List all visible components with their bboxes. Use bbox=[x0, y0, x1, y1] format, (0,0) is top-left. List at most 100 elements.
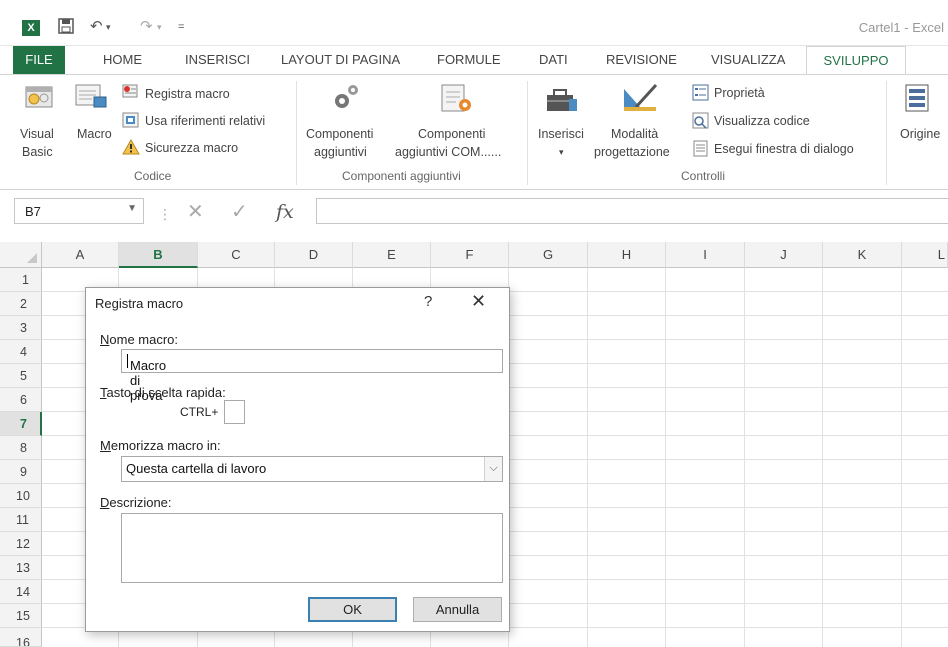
save-icon[interactable] bbox=[58, 18, 74, 39]
column-header-a[interactable]: A bbox=[42, 242, 119, 268]
macro-label[interactable]: Macro bbox=[77, 126, 112, 143]
com-addins-icon[interactable] bbox=[440, 83, 476, 118]
origine-button[interactable]: Origine bbox=[900, 126, 940, 143]
row-header-16[interactable]: 16 bbox=[0, 628, 42, 647]
nome-macro-input[interactable]: Macro di prova bbox=[121, 349, 503, 403]
undo-dropdown-icon[interactable]: ▾ bbox=[106, 18, 111, 36]
column-header-l[interactable]: L bbox=[902, 242, 948, 268]
row-header-12[interactable]: 12 bbox=[0, 532, 42, 556]
row-header-1[interactable]: 1 bbox=[0, 268, 42, 292]
properties-icon[interactable] bbox=[692, 84, 709, 104]
warning-icon[interactable] bbox=[122, 138, 140, 158]
row-header-11[interactable]: 11 bbox=[0, 508, 42, 532]
proprieta-button[interactable]: Proprietà bbox=[714, 85, 765, 102]
modalita-label-1[interactable]: Modalità bbox=[611, 126, 658, 143]
sicurezza-macro-button[interactable]: Sicurezza macro bbox=[145, 140, 238, 157]
row-header-4[interactable]: 4 bbox=[0, 340, 42, 364]
shortcut-key-input[interactable] bbox=[224, 400, 245, 424]
group-label-controlli: Controlli bbox=[681, 169, 726, 183]
chevron-down-icon[interactable]: ⌵ bbox=[484, 457, 502, 481]
cancel-icon[interactable]: ✕ bbox=[187, 202, 204, 222]
run-dialog-icon[interactable] bbox=[692, 140, 709, 160]
row-header-13[interactable]: 13 bbox=[0, 556, 42, 580]
memorizza-value: Questa cartella di lavoro bbox=[126, 461, 267, 476]
memorizza-select[interactable]: Questa cartella di lavoro ⌵ bbox=[121, 456, 503, 482]
visual-basic-label-1[interactable]: Visual bbox=[20, 126, 54, 143]
tab-dati[interactable]: DATI bbox=[539, 46, 568, 74]
tab-formule[interactable]: FORMULE bbox=[437, 46, 501, 74]
descrizione-textarea[interactable] bbox=[121, 513, 503, 583]
row-header-3[interactable]: 3 bbox=[0, 316, 42, 340]
grid-line bbox=[822, 268, 823, 647]
close-icon[interactable]: ✕ bbox=[471, 291, 486, 312]
tab-layout-di-pagina[interactable]: LAYOUT DI PAGINA bbox=[281, 46, 400, 74]
registra-macro-icon[interactable] bbox=[122, 83, 140, 102]
macro-icon[interactable] bbox=[74, 83, 110, 116]
text-caret bbox=[127, 354, 128, 368]
more-options-icon[interactable]: ⋮ bbox=[158, 204, 172, 224]
componenti-com-label-2[interactable]: aggiuntivi COM...... bbox=[395, 144, 501, 161]
redo-icon[interactable]: ↷ bbox=[140, 18, 153, 36]
column-header-f[interactable]: F bbox=[431, 242, 509, 268]
tab-inserisci[interactable]: INSERISCI bbox=[185, 46, 250, 74]
column-header-d[interactable]: D bbox=[275, 242, 353, 268]
chevron-down-icon[interactable]: ▼ bbox=[127, 203, 137, 214]
registra-macro-dialog: Registra macro ? ✕ Nome macro: Macro di … bbox=[85, 287, 510, 632]
view-code-icon[interactable] bbox=[692, 112, 709, 132]
customize-qat-icon[interactable]: = bbox=[178, 18, 184, 36]
check-icon[interactable]: ✓ bbox=[231, 202, 248, 222]
column-header-k[interactable]: K bbox=[823, 242, 902, 268]
tab-home[interactable]: HOME bbox=[103, 46, 142, 74]
componenti-aggiuntivi-label-2[interactable]: aggiuntivi bbox=[314, 144, 367, 161]
registra-macro-button[interactable]: Registra macro bbox=[145, 86, 230, 103]
ribbon-separator bbox=[886, 81, 887, 185]
usa-riferimenti-icon[interactable] bbox=[122, 112, 140, 131]
usa-riferimenti-relativi-button[interactable]: Usa riferimenti relativi bbox=[145, 113, 265, 130]
column-header-i[interactable]: I bbox=[666, 242, 745, 268]
formula-input[interactable] bbox=[316, 198, 948, 224]
row-header-2[interactable]: 2 bbox=[0, 292, 42, 316]
column-header-e[interactable]: E bbox=[353, 242, 431, 268]
grid-line bbox=[587, 268, 588, 647]
row-header-5[interactable]: 5 bbox=[0, 364, 42, 388]
componenti-aggiuntivi-label-1[interactable]: Componenti bbox=[306, 126, 373, 143]
row-header-15[interactable]: 15 bbox=[0, 604, 42, 628]
redo-dropdown-icon[interactable]: ▾ bbox=[157, 18, 162, 36]
column-header-b[interactable]: B bbox=[119, 242, 198, 268]
ok-button[interactable]: OK bbox=[308, 597, 397, 622]
annulla-button[interactable]: Annulla bbox=[413, 597, 502, 622]
visualizza-codice-button[interactable]: Visualizza codice bbox=[714, 113, 810, 130]
row-header-9[interactable]: 9 bbox=[0, 460, 42, 484]
esegui-finestra-button[interactable]: Esegui finestra di dialogo bbox=[714, 141, 854, 158]
tab-sviluppo[interactable]: SVILUPPO bbox=[806, 46, 906, 75]
visual-basic-label-2[interactable]: Basic bbox=[22, 144, 53, 161]
ribbon-separator bbox=[296, 81, 297, 185]
visual-basic-icon[interactable] bbox=[22, 81, 56, 116]
componenti-com-label-1[interactable]: Componenti bbox=[418, 126, 485, 143]
modalita-label-2[interactable]: progettazione bbox=[594, 144, 670, 161]
tab-file[interactable]: FILE bbox=[13, 46, 65, 74]
row-header-14[interactable]: 14 bbox=[0, 580, 42, 604]
select-all-corner[interactable] bbox=[0, 242, 42, 268]
row-header-6[interactable]: 6 bbox=[0, 388, 42, 412]
inserisci-dropdown-icon[interactable]: ▾ bbox=[559, 144, 564, 161]
row-header-10[interactable]: 10 bbox=[0, 484, 42, 508]
column-header-h[interactable]: H bbox=[588, 242, 666, 268]
gear-icon[interactable] bbox=[330, 81, 362, 116]
help-button[interactable]: ? bbox=[424, 293, 432, 310]
column-header-g[interactable]: G bbox=[509, 242, 588, 268]
tab-revisione[interactable]: REVISIONE bbox=[606, 46, 677, 74]
row-header-8[interactable]: 8 bbox=[0, 436, 42, 460]
excel-app-icon[interactable]: X bbox=[22, 20, 40, 36]
xml-source-icon[interactable] bbox=[904, 83, 932, 116]
toolbox-icon[interactable] bbox=[544, 83, 580, 118]
tab-visualizza[interactable]: VISUALIZZA bbox=[711, 46, 785, 74]
insert-function-icon[interactable]: fx bbox=[276, 202, 294, 222]
row-header-7[interactable]: 7 bbox=[0, 412, 42, 436]
design-mode-icon[interactable] bbox=[620, 81, 660, 118]
inserisci-button[interactable]: Inserisci bbox=[538, 126, 584, 143]
column-header-c[interactable]: C bbox=[198, 242, 275, 268]
undo-icon[interactable]: ↶ bbox=[90, 18, 103, 36]
column-header-j[interactable]: J bbox=[745, 242, 823, 268]
name-box[interactable]: B7 ▼ bbox=[14, 198, 144, 224]
